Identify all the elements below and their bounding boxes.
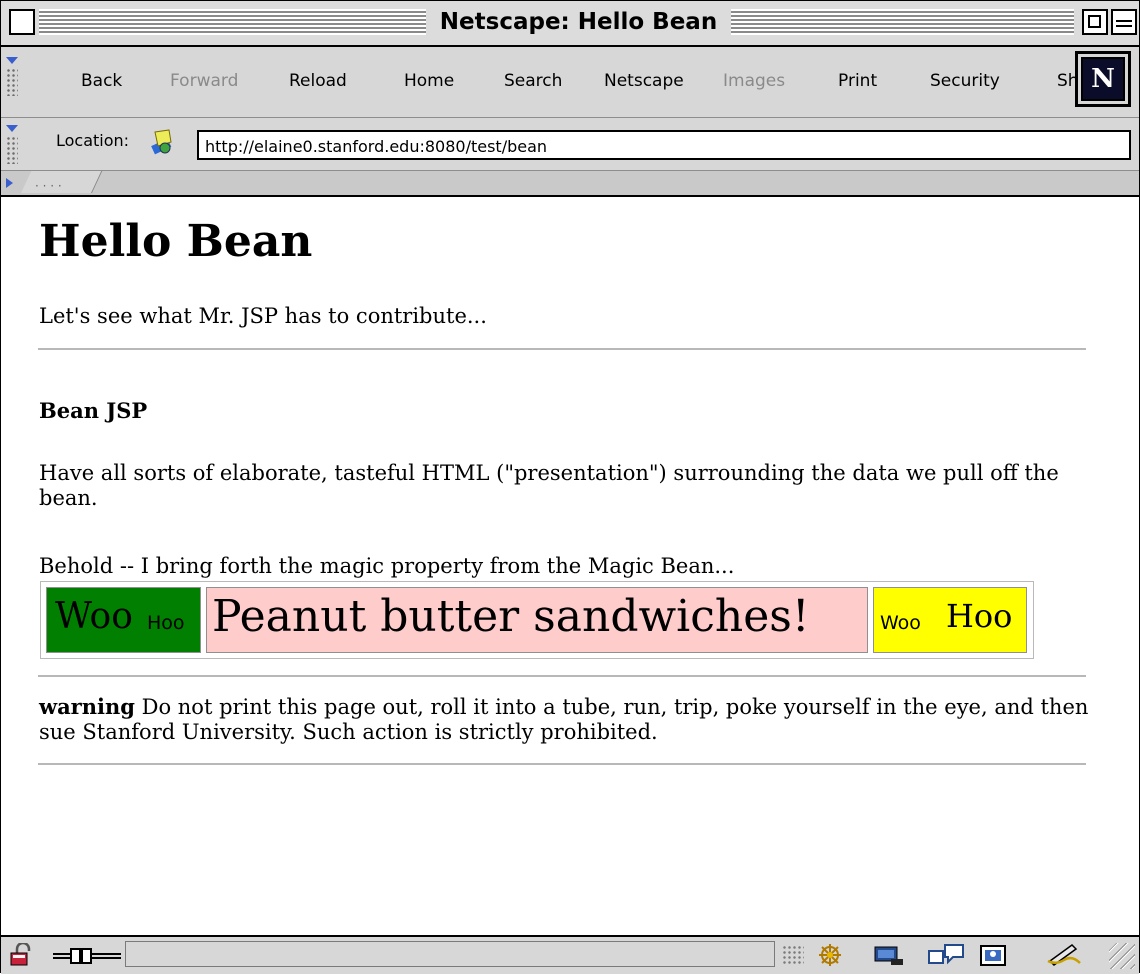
- logo-letter: N: [1091, 64, 1115, 94]
- warning-text: Do not print this page out, roll it into…: [39, 695, 1089, 744]
- warning-label: warning: [39, 694, 135, 719]
- pink-cell: Peanut butter sandwiches!: [206, 587, 868, 653]
- hoo-big-text: Hoo: [946, 597, 1013, 635]
- mail-icon[interactable]: [871, 943, 907, 967]
- search-button[interactable]: Search: [500, 71, 566, 101]
- status-text-field: [125, 941, 775, 967]
- status-bar: [1, 935, 1139, 974]
- forward-button[interactable]: Forward: [166, 71, 242, 101]
- divider: [38, 675, 1086, 677]
- location-toolbar: Location: http://elaine0.stanford.edu:80…: [1, 118, 1139, 171]
- woo-big-text: Woo: [55, 596, 133, 637]
- location-collapse-grip[interactable]: [6, 125, 18, 164]
- url-input[interactable]: http://elaine0.stanford.edu:8080/test/be…: [197, 130, 1131, 160]
- home-button[interactable]: Home: [400, 71, 458, 101]
- netscape-logo-icon[interactable]: N: [1075, 51, 1131, 107]
- images-button[interactable]: Images: [719, 71, 789, 101]
- hoo-small-text: Hoo: [147, 612, 185, 634]
- woo-small-text: Woo: [880, 612, 921, 634]
- resize-grip-icon[interactable]: [1109, 943, 1135, 969]
- page-proxy-icon[interactable]: [149, 128, 175, 156]
- warning-paragraph: warning Do not print this page out, roll…: [39, 694, 1099, 745]
- security-button[interactable]: Security: [926, 71, 1004, 101]
- personal-toolbar-collapsed[interactable]: · · · ·: [1, 171, 1139, 197]
- magic-property-table: Woo Hoo Peanut butter sandwiches! Woo Ho…: [40, 581, 1034, 659]
- page-content: Hello Bean Let's see what Mr. JSP has to…: [1, 198, 1139, 935]
- print-button[interactable]: Print: [834, 71, 881, 101]
- browser-window: Netscape: Hello Bean Back Forward Reload…: [0, 0, 1140, 974]
- expand-arrow-icon[interactable]: [6, 178, 13, 188]
- behold-paragraph: Behold -- I bring forth the magic proper…: [39, 554, 735, 578]
- magic-property-text: Peanut butter sandwiches!: [212, 591, 810, 642]
- intro-paragraph: Let's see what Mr. JSP has to contribute…: [39, 304, 487, 328]
- toolbar-collapse-grip[interactable]: [6, 57, 18, 96]
- collapsed-tab-dots-icon: · · · ·: [35, 179, 62, 193]
- divider: [38, 763, 1086, 765]
- green-cell: Woo Hoo: [46, 587, 201, 653]
- navigator-icon[interactable]: [813, 943, 847, 967]
- reload-button[interactable]: Reload: [285, 71, 351, 101]
- section-heading: Bean JSP: [39, 398, 148, 423]
- yellow-cell: Woo Hoo: [873, 587, 1027, 653]
- address-book-icon[interactable]: [978, 943, 1010, 967]
- security-lock-icon[interactable]: [7, 943, 41, 967]
- location-label: Location:: [56, 131, 130, 150]
- description-paragraph: Have all sorts of elaborate, tasteful HT…: [39, 461, 1059, 510]
- navigation-toolbar: Back Forward Reload Home Search Netscape…: [1, 47, 1139, 118]
- window-title: Netscape: Hello Bean: [426, 7, 731, 37]
- netscape-button[interactable]: Netscape: [600, 71, 688, 101]
- composer-icon[interactable]: [1046, 943, 1082, 967]
- connection-status-icon: [53, 948, 121, 964]
- divider: [38, 348, 1086, 350]
- back-button[interactable]: Back: [77, 71, 126, 101]
- collapse-box[interactable]: [1111, 9, 1137, 35]
- close-box[interactable]: [9, 9, 35, 35]
- page-heading: Hello Bean: [39, 216, 313, 267]
- component-bar-grip[interactable]: [782, 945, 804, 965]
- title-bar[interactable]: Netscape: Hello Bean: [1, 1, 1139, 47]
- zoom-box[interactable]: [1082, 9, 1108, 35]
- newsgroups-icon[interactable]: [927, 943, 967, 967]
